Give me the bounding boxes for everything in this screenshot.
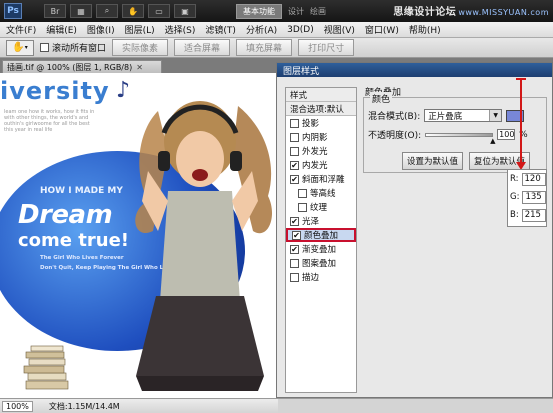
arrange-documents-button[interactable]: ▭ xyxy=(148,4,170,18)
watermark: 思缘设计论坛 www.MISSYUAN.com xyxy=(393,7,549,18)
style-item-pattern-overlay[interactable]: 图案叠加 xyxy=(286,256,356,270)
style-item-texture[interactable]: 纹理 xyxy=(286,200,356,214)
fill-screen-button[interactable]: 填充屏幕 xyxy=(236,39,293,56)
style-item-bevel-emboss[interactable]: 斜面和浮雕 xyxy=(286,172,356,186)
checkbox-box[interactable] xyxy=(290,118,299,128)
group-label: 颜色 xyxy=(370,92,393,105)
opacity-label: 不透明度(O): xyxy=(368,131,422,141)
photoshop-logo: Ps xyxy=(4,3,22,19)
style-item-satin[interactable]: 光泽 xyxy=(286,214,356,228)
style-item-inner-glow[interactable]: 内发光 xyxy=(286,158,356,172)
artwork-tagline-1: The Girl Who Lives Forever xyxy=(40,255,124,261)
checkbox-box[interactable] xyxy=(290,272,299,282)
opacity-value-field[interactable]: 100 xyxy=(497,129,516,140)
hand-tool-button[interactable]: ✋ xyxy=(122,4,144,18)
blend-mode-label: 混合模式(B): xyxy=(368,112,421,122)
style-item-outer-glow[interactable]: 外发光 xyxy=(286,144,356,158)
artwork-subtitle: leam one how it works, how it fits in wi… xyxy=(4,109,95,133)
checkbox-box[interactable] xyxy=(290,258,299,268)
status-bar-right xyxy=(278,398,553,413)
opacity-slider[interactable]: ▲ xyxy=(425,132,496,145)
checkbox-box[interactable] xyxy=(290,244,299,254)
checkbox-box[interactable] xyxy=(290,132,299,142)
document-canvas[interactable]: iversity leam one how it works, how it f… xyxy=(0,73,278,398)
style-item-contour[interactable]: 等高线 xyxy=(286,186,356,200)
r-label: R: xyxy=(510,174,519,184)
zoom-level-button[interactable]: ⌕ xyxy=(96,4,118,18)
style-item-stroke[interactable]: 描边 xyxy=(286,270,356,284)
styles-header[interactable]: 样式 xyxy=(286,88,356,102)
b-value: 215 xyxy=(521,208,546,222)
application-bar: Ps Br ▦ ⌕ ✋ ▭ ▣ 基本功能 设计 绘画 思缘设计论坛 www.MIS… xyxy=(0,0,553,22)
menu-window[interactable]: 窗口(W) xyxy=(365,23,399,36)
options-bar: ✋ ▾ 滚动所有窗口 实际像素 适合屏幕 填充屏幕 打印尺寸 xyxy=(0,38,553,58)
annotation-arrow xyxy=(520,80,522,168)
g-label: G: xyxy=(510,192,520,202)
checkbox-box[interactable] xyxy=(298,202,307,212)
actual-pixels-button[interactable]: 实际像素 xyxy=(112,39,169,56)
workspace-painting[interactable]: 绘画 xyxy=(310,6,326,17)
menu-analysis[interactable]: 分析(A) xyxy=(246,23,277,36)
chevron-down-icon: ▼ xyxy=(489,110,502,121)
menu-bar: 文件(F) 编辑(E) 图像(I) 图层(L) 选择(S) 滤镜(T) 分析(A… xyxy=(0,22,553,38)
checkbox-box[interactable] xyxy=(290,216,299,226)
layer-style-dialog: 图层样式 样式 混合选项:默认 投影 内阴影 外发光 内发光 斜面和浮雕 等高线… xyxy=(276,62,553,398)
style-item-drop-shadow[interactable]: 投影 xyxy=(286,116,356,130)
document-tab[interactable]: 插画.tif @ 100% (图层 1, RGB/8) ✕ xyxy=(2,60,162,73)
status-bar: 100% 文档:1.15M/14.4M xyxy=(0,398,278,413)
g-value: 135 xyxy=(522,190,546,204)
blending-options-item[interactable]: 混合选项:默认 xyxy=(286,102,356,116)
artwork-dream-text: Dream xyxy=(18,200,113,230)
b-label: B: xyxy=(510,210,519,220)
menu-image[interactable]: 图像(I) xyxy=(87,23,115,36)
style-item-gradient-overlay[interactable]: 渐变叠加 xyxy=(286,242,356,256)
view-extras-button[interactable]: ▦ xyxy=(70,4,92,18)
artwork-title: iversity xyxy=(0,77,110,105)
r-value: 120 xyxy=(521,172,546,186)
menu-file[interactable]: 文件(F) xyxy=(6,23,36,36)
menu-view[interactable]: 视图(V) xyxy=(324,23,355,36)
girl-illustration xyxy=(135,101,273,391)
checkbox-box[interactable] xyxy=(292,230,301,240)
menu-select[interactable]: 选择(S) xyxy=(165,23,196,36)
bridge-button[interactable]: Br xyxy=(44,4,66,18)
fit-screen-button[interactable]: 适合屏幕 xyxy=(174,39,231,56)
chevron-down-icon: ▾ xyxy=(24,44,28,51)
artwork-come-true-text: come true! xyxy=(18,230,129,251)
workspace-design[interactable]: 设计 xyxy=(288,6,304,17)
menu-layer[interactable]: 图层(L) xyxy=(125,23,155,36)
style-item-color-overlay[interactable]: 颜色叠加 xyxy=(286,228,356,242)
workspace-essentials[interactable]: 基本功能 xyxy=(236,4,282,19)
close-icon[interactable]: ✕ xyxy=(136,63,143,72)
menu-3d[interactable]: 3D(D) xyxy=(287,25,314,35)
books-illustration xyxy=(23,345,69,390)
menu-edit[interactable]: 编辑(E) xyxy=(46,23,77,36)
style-item-inner-shadow[interactable]: 内阴影 xyxy=(286,130,356,144)
hand-icon: ✋ xyxy=(12,42,25,53)
hand-tool-preset[interactable]: ✋ ▾ xyxy=(6,39,34,56)
menu-filter[interactable]: 滤镜(T) xyxy=(205,23,236,36)
checkbox-box[interactable] xyxy=(40,43,49,52)
screen-mode-button[interactable]: ▣ xyxy=(174,4,196,18)
scroll-all-windows-checkbox[interactable]: 滚动所有窗口 xyxy=(40,41,106,54)
styles-list: 样式 混合选项:默认 投影 内阴影 外发光 内发光 斜面和浮雕 等高线 纹理 光… xyxy=(285,87,357,393)
make-default-button[interactable]: 设置为默认值 xyxy=(402,152,464,170)
menu-help[interactable]: 帮助(H) xyxy=(409,23,441,36)
checkbox-box[interactable] xyxy=(290,160,299,170)
zoom-field[interactable]: 100% xyxy=(2,400,33,412)
slider-thumb-icon[interactable]: ▲ xyxy=(490,137,495,145)
artwork-how-text: HOW I MADE MY xyxy=(40,186,123,196)
document-size-info: 文档:1.15M/14.4M xyxy=(48,401,120,411)
checkbox-box[interactable] xyxy=(290,174,299,184)
dialog-title: 图层样式 xyxy=(277,63,552,77)
print-size-button[interactable]: 打印尺寸 xyxy=(298,39,355,56)
checkbox-box[interactable] xyxy=(290,146,299,156)
blend-mode-select[interactable]: 正片叠底 ▼ xyxy=(424,109,503,122)
rgb-readout: R: 120 G: 135 B: 215 xyxy=(507,169,547,227)
checkbox-box[interactable] xyxy=(298,188,307,198)
